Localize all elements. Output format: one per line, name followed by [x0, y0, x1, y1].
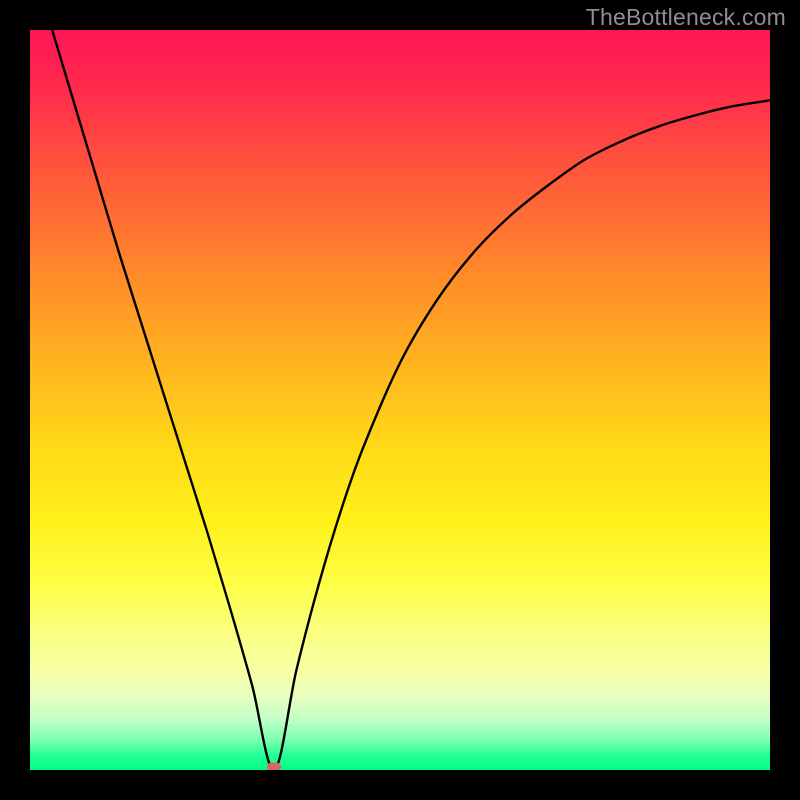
bottleneck-curve-line: [30, 30, 770, 770]
curve-svg: [30, 30, 770, 770]
plot-area: [30, 30, 770, 770]
chart-frame: TheBottleneck.com: [0, 0, 800, 800]
watermark-text: TheBottleneck.com: [586, 4, 786, 31]
optimal-point-marker: [267, 763, 281, 771]
